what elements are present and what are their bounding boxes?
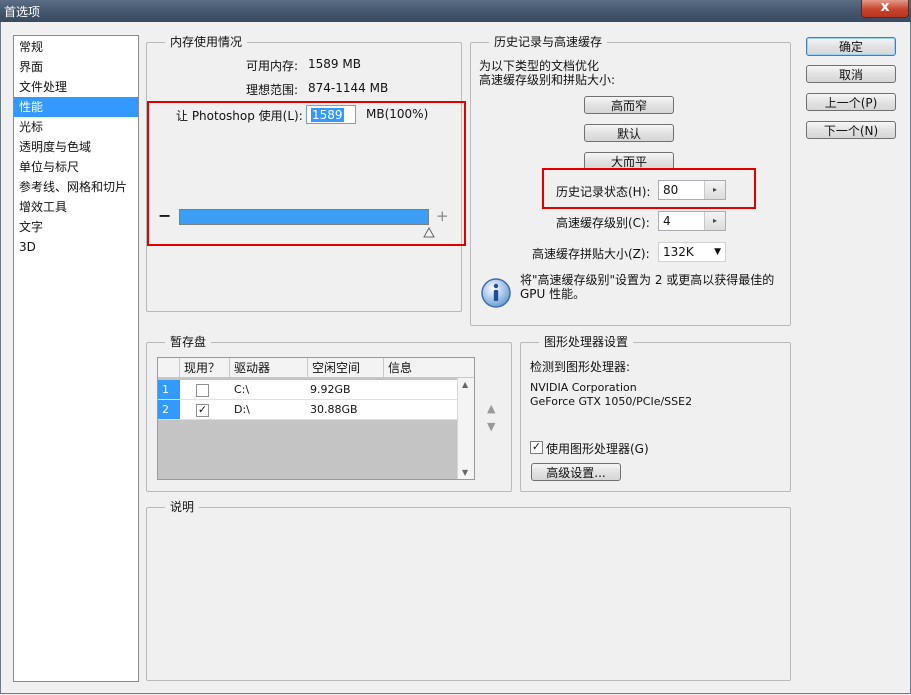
next-button[interactable]: 下一个(N) xyxy=(806,121,896,139)
chevron-down-icon: ▼ xyxy=(714,247,721,257)
table-row[interactable]: 2 ✓ D:\ 30.88GB xyxy=(158,400,458,420)
sidebar-item[interactable]: 3D xyxy=(14,237,138,257)
table-header-free[interactable]: 空闲空间 xyxy=(308,358,384,378)
history-cache-title: 历史记录与高速缓存 xyxy=(489,34,608,50)
table-row[interactable]: 1 C:\ 9.92GB xyxy=(158,380,458,400)
gpu-detected-label: 检测到图形处理器: xyxy=(530,360,631,374)
free-space-cell: 9.92GB xyxy=(310,383,351,396)
gpu-tip-line2: GPU 性能。 xyxy=(520,287,586,301)
sidebar-item[interactable]: 参考线、网格和切片 xyxy=(14,177,138,197)
highlight-memory-box xyxy=(147,101,466,246)
table-header-active[interactable]: 现用？ xyxy=(180,358,230,378)
gpu-settings-title: 图形处理器设置 xyxy=(539,334,634,350)
info-icon xyxy=(480,277,512,309)
sidebar-item[interactable]: 增效工具 xyxy=(14,197,138,217)
cache-levels-spin[interactable]: ▸ xyxy=(704,212,725,230)
tall-thin-button[interactable]: 高而窄 xyxy=(584,96,674,114)
tile-size-label: 高速缓存拼贴大小(Z): xyxy=(532,247,650,261)
ok-button[interactable]: 确定 xyxy=(806,37,896,56)
row-number: 1 xyxy=(158,380,180,399)
scroll-down-icon[interactable]: ▼ xyxy=(462,468,468,477)
prev-button[interactable]: 上一个(P) xyxy=(806,93,896,111)
ideal-range-value: 874-1144 MB xyxy=(308,81,389,95)
table-scrollbar[interactable]: ▲ ▼ xyxy=(457,378,474,479)
ideal-range-label: 理想范围: xyxy=(246,83,299,97)
move-down-icon[interactable]: ▼ xyxy=(487,420,495,433)
optimize-desc-line2: 高速缓存级别和拼贴大小: xyxy=(479,73,616,87)
highlight-history-box xyxy=(542,168,756,209)
gpu-vendor: NVIDIA Corporation xyxy=(530,381,637,394)
row-number: 2 xyxy=(158,400,180,419)
active-checkbox[interactable]: ✓ xyxy=(196,404,209,417)
sidebar-item[interactable]: 单位与标尺 xyxy=(14,157,138,177)
available-memory-label: 可用内存: xyxy=(246,59,299,73)
use-gpu-checkbox[interactable]: ✓ xyxy=(530,441,543,454)
advanced-settings-button[interactable]: 高级设置... xyxy=(531,463,621,481)
scratch-disk-table: 现用？ 驱动器 空闲空间 信息 1 C:\ 9.92GB 2 ✓ D:\ 30.88GB ▲… xyxy=(157,357,475,480)
sidebar-item[interactable]: 文字 xyxy=(14,217,138,237)
default-button[interactable]: 默认 xyxy=(584,124,674,142)
drive-cell: C:\ xyxy=(234,383,250,396)
gpu-model: GeForce GTX 1050/PCIe/SSE2 xyxy=(530,395,693,408)
table-header-index xyxy=(158,358,180,378)
sidebar-item[interactable]: 文件处理 xyxy=(14,77,138,97)
description-group: 说明 xyxy=(146,499,791,681)
scratch-disks-title: 暂存盘 xyxy=(165,334,212,350)
free-space-cell: 30.88GB xyxy=(310,403,358,416)
memory-usage-title: 内存使用情况 xyxy=(165,34,248,50)
active-checkbox[interactable] xyxy=(196,384,209,397)
tile-size-select[interactable]: 132K ▼ xyxy=(658,242,726,262)
use-gpu-label: 使用图形处理器(G) xyxy=(546,442,649,456)
cache-levels-value: 4 xyxy=(663,214,671,228)
category-list[interactable]: 常规 界面 文件处理 性能 光标 透明度与色域 单位与标尺 参考线、网格和切片 增效工具 文字 3D xyxy=(13,35,139,682)
sidebar-item[interactable]: 光标 xyxy=(14,117,138,137)
sidebar-item[interactable]: 性能 xyxy=(14,97,138,117)
scroll-up-icon[interactable]: ▲ xyxy=(462,380,468,389)
table-header-info[interactable]: 信息 xyxy=(384,358,474,378)
cache-levels-input[interactable]: 4 ▸ xyxy=(658,211,726,231)
sidebar-item[interactable]: 常规 xyxy=(14,37,138,57)
cancel-button[interactable]: 取消 xyxy=(806,65,896,83)
sidebar-item[interactable]: 透明度与色域 xyxy=(14,137,138,157)
window-title: 首选项 xyxy=(4,5,41,19)
drive-cell: D:\ xyxy=(234,403,250,416)
sidebar-item[interactable]: 界面 xyxy=(14,57,138,77)
available-memory-value: 1589 MB xyxy=(308,57,361,71)
title-bar: 首选项 x xyxy=(0,0,911,22)
tile-size-value: 132K xyxy=(663,245,694,259)
description-title: 说明 xyxy=(165,499,200,515)
close-button[interactable]: x xyxy=(861,0,909,18)
cache-levels-label: 高速缓存级别(C): xyxy=(556,216,650,230)
move-up-icon[interactable]: ▲ xyxy=(487,402,495,415)
table-header-drive[interactable]: 驱动器 xyxy=(230,358,308,378)
